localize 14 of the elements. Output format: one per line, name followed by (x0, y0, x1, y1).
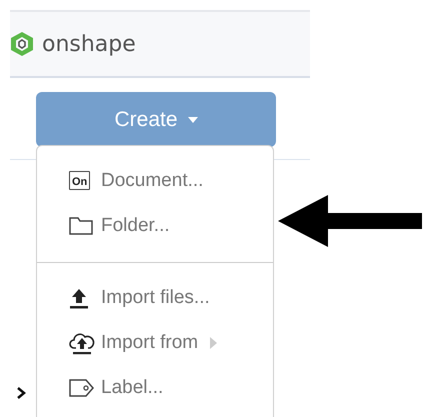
cloud-upload-icon (69, 330, 95, 354)
caret-icon (188, 116, 198, 122)
menu-item[interactable]: Import files... (101, 286, 210, 308)
document-icon: On (69, 171, 90, 190)
menu-item[interactable]: Label... (101, 376, 164, 398)
upload-icon (69, 286, 89, 308)
create-button[interactable]: Create (36, 92, 276, 147)
menu-item[interactable]: Document... (101, 170, 204, 192)
folder-icon (69, 216, 93, 234)
menu-item[interactable]: Import from (101, 332, 198, 354)
menu-item[interactable]: Folder... (101, 214, 170, 236)
chevron-icon[interactable] (16, 386, 26, 400)
tag-icon (69, 378, 95, 396)
logo-text: onshape (42, 32, 136, 56)
